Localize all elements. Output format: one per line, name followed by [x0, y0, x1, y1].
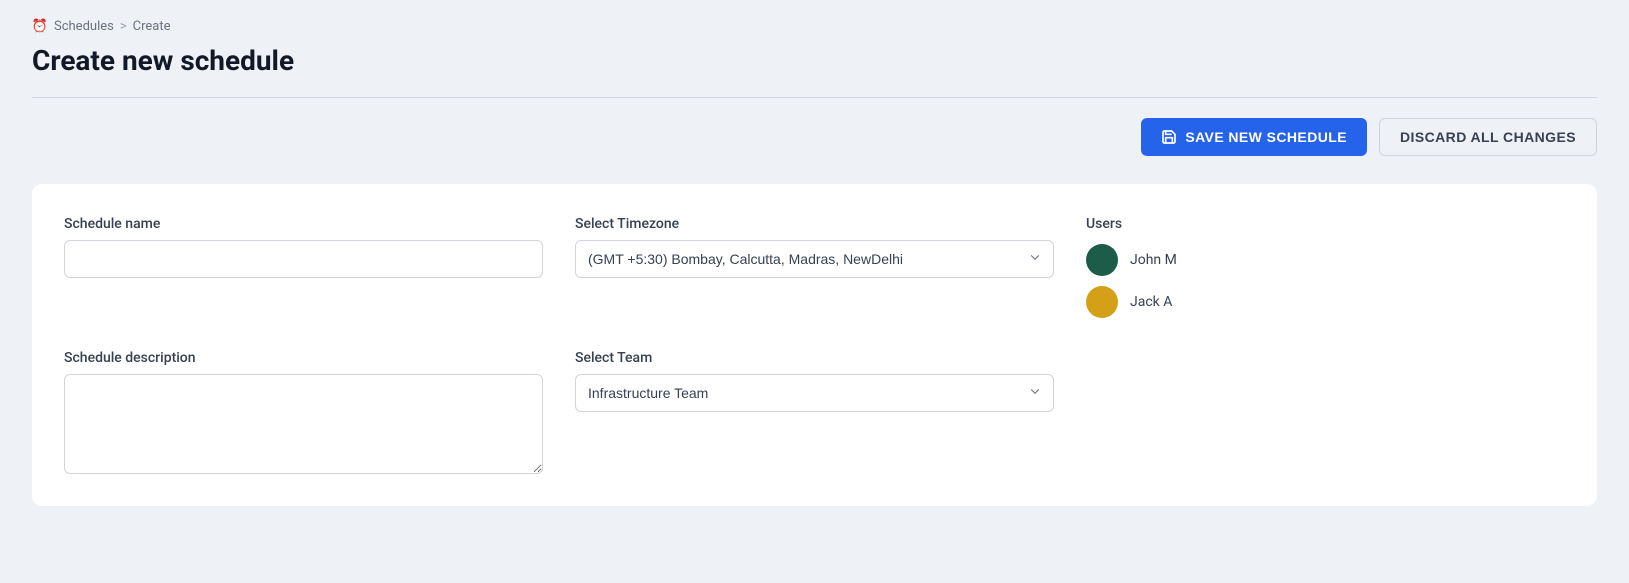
form-top-row: Schedule name Select Timezone (GMT +5:30… — [64, 216, 1565, 318]
breadcrumb-current: Create — [133, 19, 171, 34]
form-bottom-row: Schedule description Select Team Infrast… — [64, 350, 1565, 474]
timezone-select[interactable]: (GMT +5:30) Bombay, Calcutta, Madras, Ne… — [575, 240, 1054, 278]
schedule-name-label: Schedule name — [64, 216, 543, 232]
divider — [32, 97, 1597, 98]
user-list: John M Jack A — [1086, 244, 1565, 318]
breadcrumb: ⏰ Schedules > Create — [32, 18, 1597, 34]
user-avatar-john — [1086, 244, 1118, 276]
select-team-label: Select Team — [575, 350, 1054, 366]
toolbar: SAVE NEW SCHEDULE DISCARD ALL CHANGES — [32, 118, 1597, 156]
empty-column — [1086, 350, 1565, 474]
save-new-schedule-button[interactable]: SAVE NEW SCHEDULE — [1141, 118, 1367, 156]
select-team-section: Select Team Infrastructure Team Developm… — [575, 350, 1054, 474]
form-card: Schedule name Select Timezone (GMT +5:30… — [32, 184, 1597, 506]
select-timezone-section: Select Timezone (GMT +5:30) Bombay, Calc… — [575, 216, 1054, 318]
page-title: Create new schedule — [32, 44, 1597, 77]
user-name-john: John M — [1130, 252, 1177, 268]
save-icon — [1161, 129, 1177, 145]
users-label: Users — [1086, 216, 1565, 232]
schedule-description-label: Schedule description — [64, 350, 543, 366]
schedule-description-input[interactable] — [64, 374, 543, 474]
schedule-description-section: Schedule description — [64, 350, 543, 474]
page-container: ⏰ Schedules > Create Create new schedule… — [0, 0, 1629, 583]
users-section: Users John M Jack A — [1086, 216, 1565, 318]
schedule-name-input[interactable] — [64, 240, 543, 278]
save-button-label: SAVE NEW SCHEDULE — [1185, 129, 1347, 145]
team-select-wrapper: Infrastructure Team Development Team QA … — [575, 374, 1054, 412]
schedule-name-section: Schedule name — [64, 216, 543, 318]
timezone-select-wrapper: (GMT +5:30) Bombay, Calcutta, Madras, Ne… — [575, 240, 1054, 278]
user-name-jack: Jack A — [1130, 294, 1172, 310]
select-timezone-label: Select Timezone — [575, 216, 1054, 232]
breadcrumb-parent[interactable]: Schedules — [54, 19, 114, 34]
user-avatar-jack — [1086, 286, 1118, 318]
discard-all-changes-button[interactable]: DISCARD ALL CHANGES — [1379, 118, 1597, 156]
user-item-john: John M — [1086, 244, 1565, 276]
user-item-jack: Jack A — [1086, 286, 1565, 318]
discard-button-label: DISCARD ALL CHANGES — [1400, 129, 1576, 145]
breadcrumb-separator: > — [120, 19, 127, 34]
schedules-icon: ⏰ — [32, 18, 48, 34]
team-select[interactable]: Infrastructure Team Development Team QA … — [575, 374, 1054, 412]
